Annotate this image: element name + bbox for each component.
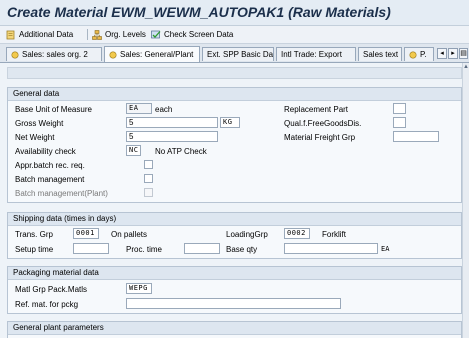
- check-screen-data-button[interactable]: Check Screen Data: [151, 28, 233, 41]
- appr-batch-checkbox[interactable]: [144, 160, 153, 169]
- tab-status-icon: [11, 50, 19, 59]
- general-data-section: General data Base Unit of Measure EA eac…: [7, 87, 462, 203]
- tab-scroll-left-button[interactable]: ◂: [437, 48, 447, 59]
- replacement-part-field[interactable]: [393, 103, 406, 114]
- section-header: General data: [8, 88, 461, 101]
- toolbar-separator: [87, 29, 88, 40]
- tab-status-icon: [109, 50, 117, 59]
- tab-ext-spp-basic-data[interactable]: Ext. SPP Basic Data: [202, 47, 274, 61]
- trans-grp-field[interactable]: 0001: [73, 228, 99, 239]
- proc-time-field[interactable]: [184, 243, 220, 254]
- availability-check-field[interactable]: NC: [126, 145, 141, 156]
- availability-check-text: No ATP Check: [155, 147, 207, 156]
- section-header: Shipping data (times in days): [8, 213, 461, 226]
- appr-batch-label: Appr.batch rec. req.: [15, 161, 85, 170]
- org-levels-label: Org. Levels: [105, 30, 146, 39]
- base-qty-label: Base qty: [226, 245, 258, 254]
- scroll-up-icon[interactable]: ▲: [463, 64, 469, 71]
- packaging-material-section: Packaging material data Matl Grp Pack.Ma…: [7, 266, 462, 314]
- batch-management-checkbox[interactable]: [144, 174, 153, 183]
- base-qty-unit: EA: [381, 245, 390, 253]
- vertical-scrollbar[interactable]: ▲: [462, 63, 469, 338]
- tab-sales-text[interactable]: Sales text: [358, 47, 402, 61]
- material-freight-grp-label: Material Freight Grp: [284, 133, 356, 142]
- org-levels-icon: [92, 29, 102, 40]
- tab-label: Intl Trade: Export: [281, 50, 342, 59]
- base-uom-label: Base Unit of Measure: [15, 105, 92, 114]
- section-header: Packaging material data: [8, 267, 461, 280]
- replacement-part-label: Replacement Part: [284, 105, 349, 114]
- tab-label: Ext. SPP Basic Data: [207, 50, 274, 59]
- tab-intl-trade-export[interactable]: Intl Trade: Export: [276, 47, 356, 61]
- tab-list-button[interactable]: ▤: [459, 48, 468, 59]
- material-freight-grp-field[interactable]: [393, 131, 439, 142]
- tab-label: Sales text: [363, 50, 399, 59]
- qual-free-goods-field[interactable]: [393, 117, 406, 128]
- loading-grp-text: Forklift: [322, 230, 346, 239]
- general-plant-section: General plant parameters: [7, 321, 462, 338]
- additional-data-icon: [6, 30, 16, 40]
- check-screen-label: Check Screen Data: [164, 30, 234, 39]
- loading-grp-label: LoadingGrp: [226, 230, 268, 239]
- shipping-data-section: Shipping data (times in days) Trans. Grp…: [7, 212, 462, 259]
- trans-grp-label: Trans. Grp: [15, 230, 53, 239]
- weight-unit-field[interactable]: KG: [220, 117, 240, 128]
- title-bar: Create Material EWM_WEWM_AUTOPAK1 (Raw M…: [0, 0, 469, 26]
- page-title: Create Material EWM_WEWM_AUTOPAK1 (Raw M…: [7, 4, 391, 20]
- ref-mat-label: Ref. mat. for pckg: [15, 300, 79, 309]
- loading-grp-field[interactable]: 0002: [284, 228, 310, 239]
- tab-content: General data Base Unit of Measure EA eac…: [0, 62, 469, 338]
- base-uom-field[interactable]: EA: [126, 103, 152, 114]
- availability-check-label: Availability check: [15, 147, 76, 156]
- tab-status-icon: [409, 50, 417, 59]
- tabstrip: Sales: sales org. 2 Sales: General/Plant…: [0, 46, 469, 62]
- net-weight-field[interactable]: 5: [126, 131, 218, 142]
- application-toolbar: Additional Data Org. Levels Check Screen…: [0, 26, 469, 44]
- matl-grp-label: Matl Grp Pack.Matls: [15, 285, 88, 294]
- check-screen-icon: [151, 30, 161, 40]
- batch-management-label: Batch management: [15, 175, 85, 184]
- matl-grp-field[interactable]: WEPG: [126, 283, 152, 294]
- tab-sales-general-plant[interactable]: Sales: General/Plant: [104, 46, 200, 62]
- base-qty-field[interactable]: [284, 243, 378, 254]
- batch-management-plant-checkbox: [144, 188, 153, 197]
- base-uom-text: each: [155, 105, 173, 114]
- trans-grp-text: On pallets: [111, 230, 148, 239]
- header-strip: [7, 67, 462, 79]
- tab-label: P.: [420, 50, 427, 59]
- additional-data-button[interactable]: Additional Data: [6, 28, 73, 41]
- ref-mat-field[interactable]: [126, 298, 341, 309]
- tab-label: Sales: General/Plant: [120, 50, 194, 59]
- setup-time-label: Setup time: [15, 245, 54, 254]
- org-levels-button[interactable]: Org. Levels: [92, 28, 146, 41]
- gross-weight-label: Gross Weight: [15, 119, 64, 128]
- qual-free-goods-label: Qual.f.FreeGoodsDis.: [284, 119, 362, 128]
- tab-overflow[interactable]: P.: [404, 47, 434, 61]
- section-header: General plant parameters: [8, 322, 461, 335]
- additional-data-label: Additional Data: [19, 30, 74, 39]
- batch-management-plant-label: Batch management(Plant): [15, 189, 108, 198]
- setup-time-field[interactable]: [73, 243, 109, 254]
- tab-label: Sales: sales org. 2: [22, 50, 88, 59]
- gross-weight-field[interactable]: 5: [126, 117, 218, 128]
- tab-scroll-right-button[interactable]: ▸: [448, 48, 458, 59]
- net-weight-label: Net Weight: [15, 133, 55, 142]
- tab-sales-org-2[interactable]: Sales: sales org. 2: [6, 47, 102, 61]
- proc-time-label: Proc. time: [126, 245, 163, 254]
